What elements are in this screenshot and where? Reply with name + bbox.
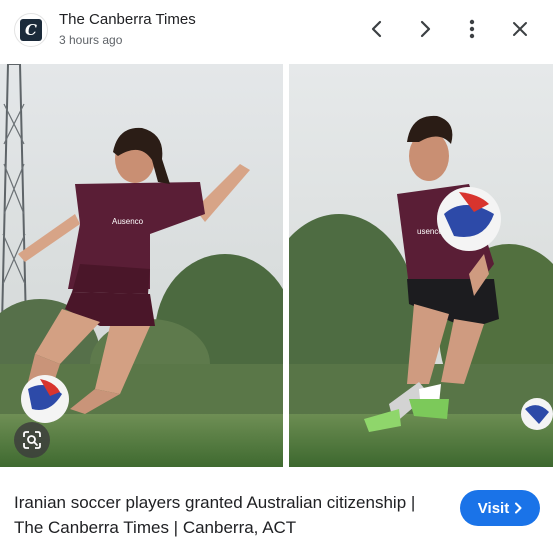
lens-search-button[interactable] (14, 422, 50, 458)
next-button[interactable] (410, 14, 440, 44)
result-title[interactable]: Iranian soccer players granted Australia… (14, 490, 444, 540)
more-vert-icon (469, 19, 475, 39)
close-button[interactable] (505, 14, 535, 44)
previous-button[interactable] (362, 14, 392, 44)
chevron-left-icon (371, 20, 382, 38)
jersey-text-left: Ausenco (112, 217, 144, 226)
lens-search-icon (23, 431, 41, 449)
source-name[interactable]: The Canberra Times (59, 11, 196, 28)
timestamp: 3 hours ago (59, 33, 123, 47)
photo-right: usenco (289, 64, 553, 467)
visit-button[interactable]: Visit (460, 490, 540, 526)
image-preview[interactable]: Ausenco usenco (0, 64, 553, 467)
canberra-times-logo-icon: C (20, 19, 42, 41)
close-icon (513, 22, 527, 36)
chevron-right-icon (515, 502, 522, 514)
photo-left: Ausenco (0, 64, 283, 467)
header-bar: C The Canberra Times 3 hours ago (0, 0, 553, 60)
more-options-button[interactable] (457, 14, 487, 44)
source-logo[interactable]: C (14, 13, 48, 47)
chevron-right-icon (420, 20, 431, 38)
visit-label: Visit (477, 499, 510, 517)
